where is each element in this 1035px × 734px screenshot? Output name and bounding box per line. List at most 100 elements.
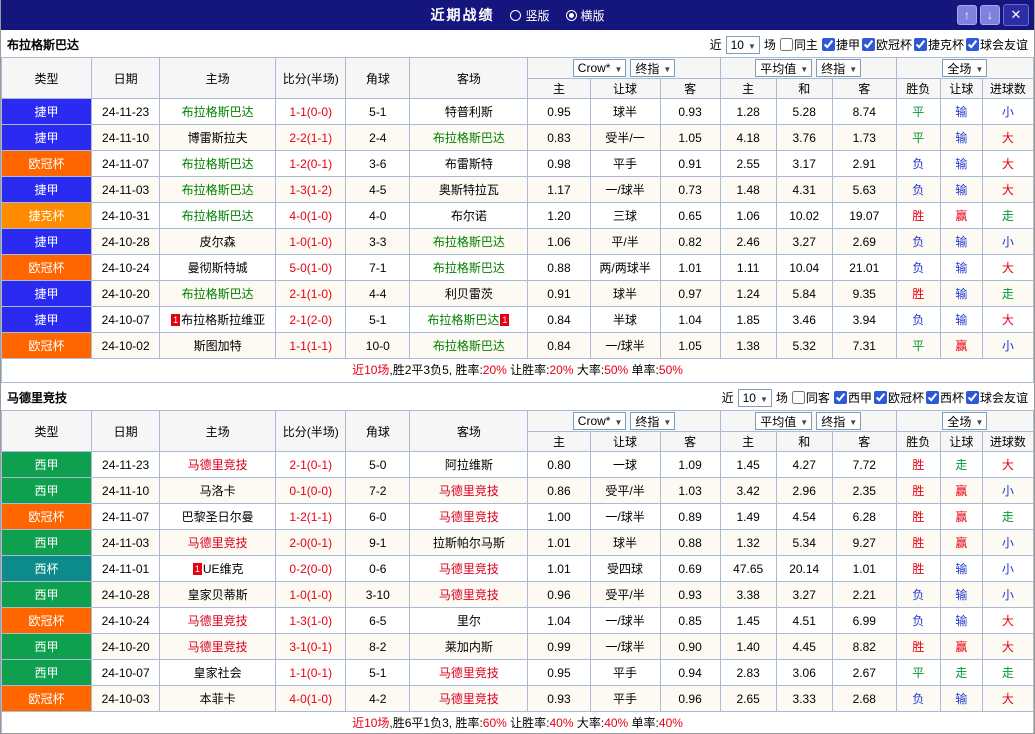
home-team-cell[interactable]: 1 布拉格斯拉维亚 (159, 306, 277, 333)
away-team-cell[interactable]: 奥斯特拉瓦 (409, 176, 529, 203)
average-select[interactable]: 平均值 (755, 412, 813, 430)
away-team-cell[interactable]: 布拉格斯巴达 (409, 332, 529, 359)
away-team-cell[interactable]: 马德里竞技 (409, 581, 529, 608)
subcol-avg-away: 客 (831, 78, 897, 99)
score-cell[interactable]: 1-3(1-0) (275, 607, 347, 634)
home-team-cell[interactable]: 布拉格斯巴达 (159, 202, 277, 229)
layout-horizontal-radio[interactable]: 横版 (565, 7, 605, 24)
away-team-cell[interactable]: 布拉格斯巴达 (409, 124, 529, 151)
league-filter-checkbox[interactable]: 捷克杯 (913, 36, 964, 53)
header-row-groups: 类型 日期 主场 比分(半场) 角球 客场 Crow* 终指 平均值 (1, 57, 1034, 99)
league-filter-checkbox[interactable]: 捷甲 (821, 36, 860, 53)
away-team-cell[interactable]: 莱加内斯 (409, 633, 529, 660)
away-team-cell[interactable]: 阿拉维斯 (409, 451, 529, 478)
score-cell[interactable]: 4-0(1-0) (275, 685, 347, 712)
score-cell[interactable]: 2-1(2-0) (275, 306, 347, 333)
score-cell[interactable]: 5-0(1-0) (275, 254, 347, 281)
score-cell[interactable]: 0-2(0-0) (275, 555, 347, 582)
home-team-cell[interactable]: 马德里竞技 (159, 633, 277, 660)
league-filter-input[interactable] (965, 391, 979, 404)
same-venue-input[interactable] (791, 391, 805, 404)
score-cell[interactable]: 3-1(0-1) (275, 633, 347, 660)
home-team-cell[interactable]: 皇家社会 (159, 659, 277, 686)
score-cell[interactable]: 2-2(1-1) (275, 124, 347, 151)
home-team-cell[interactable]: 博雷斯拉夫 (159, 124, 277, 151)
score-cell[interactable]: 0-1(0-0) (275, 477, 347, 504)
bookmaker-select[interactable]: Crow* (572, 412, 627, 430)
home-team-cell[interactable]: 布拉格斯巴达 (159, 98, 277, 125)
league-filter-input[interactable] (873, 391, 887, 404)
league-filter-checkbox[interactable]: 西杯 (925, 389, 964, 406)
home-team-cell[interactable]: 布拉格斯巴达 (159, 176, 277, 203)
away-team-cell[interactable]: 布拉格斯巴达 (409, 254, 529, 281)
league-filter-input[interactable] (965, 38, 979, 51)
home-team-cell[interactable]: 1 UE维克 (159, 555, 277, 582)
home-team-cell[interactable]: 马德里竞技 (159, 529, 277, 556)
home-team-cell[interactable]: 曼彻斯特城 (159, 254, 277, 281)
league-filter-checkbox[interactable]: 球会友谊 (965, 389, 1028, 406)
score-cell[interactable]: 1-1(0-0) (275, 98, 347, 125)
match-count-select[interactable]: 10 (737, 388, 772, 407)
away-team-cell[interactable]: 马德里竞技 (409, 685, 529, 712)
league-filter-input[interactable] (833, 391, 847, 404)
league-filter-input[interactable] (925, 391, 939, 404)
league-filter-input[interactable] (861, 38, 875, 51)
home-team-cell[interactable]: 皇家贝蒂斯 (159, 581, 277, 608)
away-team-cell[interactable]: 布雷斯特 (409, 150, 529, 177)
away-team-cell[interactable]: 特普利斯 (409, 98, 529, 125)
score-cell[interactable]: 1-1(0-1) (275, 659, 347, 686)
home-team-cell[interactable]: 本菲卡 (159, 685, 277, 712)
score-cell[interactable]: 1-0(1-0) (275, 581, 347, 608)
same-venue-input[interactable] (779, 38, 793, 51)
close-button[interactable]: ✕ (1003, 4, 1029, 26)
score-cell[interactable]: 2-1(1-0) (275, 280, 347, 307)
match-count-select[interactable]: 10 (725, 35, 760, 54)
league-filter-checkbox[interactable]: 欧冠杯 (873, 389, 924, 406)
away-team-cell[interactable]: 马德里竞技 (409, 503, 529, 530)
recent-results-panel: 近期战绩 竖版 横版 ↑ ↓ ✕ 布拉格斯巴达 近 10 场 同主 捷甲欧冠杯捷 (0, 0, 1035, 734)
scroll-up-button[interactable]: ↑ (957, 5, 977, 25)
away-team-cell[interactable]: 马德里竞技 (409, 555, 529, 582)
home-team-cell[interactable]: 斯图加特 (159, 332, 277, 359)
score-cell[interactable]: 2-0(0-1) (275, 529, 347, 556)
league-filter-checkbox[interactable]: 欧冠杯 (861, 36, 912, 53)
score-cell[interactable]: 1-2(1-1) (275, 503, 347, 530)
away-team-cell[interactable]: 利贝雷茨 (409, 280, 529, 307)
league-filter-checkbox[interactable]: 西甲 (833, 389, 872, 406)
home-team-cell[interactable]: 马洛卡 (159, 477, 277, 504)
same-venue-checkbox[interactable]: 同客 (791, 389, 830, 406)
layout-vertical-radio[interactable]: 竖版 (510, 7, 550, 24)
home-team-cell[interactable]: 布拉格斯巴达 (159, 150, 277, 177)
scroll-down-button[interactable]: ↓ (980, 5, 1000, 25)
away-team-cell[interactable]: 马德里竞技 (409, 659, 529, 686)
league-filter-input[interactable] (821, 38, 835, 51)
odds-time-select[interactable]: 终指 (630, 59, 676, 77)
score-cell[interactable]: 1-1(1-1) (275, 332, 347, 359)
score-cell[interactable]: 1-3(1-2) (275, 176, 347, 203)
home-team-cell[interactable]: 马德里竞技 (159, 607, 277, 634)
league-filter-checkbox[interactable]: 球会友谊 (965, 36, 1028, 53)
away-team-cell[interactable]: 布拉格斯巴达 (409, 228, 529, 255)
same-venue-checkbox[interactable]: 同主 (779, 36, 818, 53)
scope-select[interactable]: 全场 (942, 59, 988, 77)
away-team-cell[interactable]: 布尔诺 (409, 202, 529, 229)
home-team-cell[interactable]: 皮尔森 (159, 228, 277, 255)
away-team-cell[interactable]: 布拉格斯巴达 1 (409, 306, 529, 333)
home-team-cell[interactable]: 布拉格斯巴达 (159, 280, 277, 307)
away-team-cell[interactable]: 拉斯帕尔马斯 (409, 529, 529, 556)
score-cell[interactable]: 1-2(0-1) (275, 150, 347, 177)
odds-time-select[interactable]: 终指 (630, 412, 676, 430)
score-cell[interactable]: 4-0(1-0) (275, 202, 347, 229)
league-filter-input[interactable] (913, 38, 927, 51)
average-time-select[interactable]: 终指 (816, 59, 862, 77)
home-team-cell[interactable]: 马德里竞技 (159, 451, 277, 478)
average-select[interactable]: 平均值 (755, 59, 813, 77)
home-team-cell[interactable]: 巴黎圣日尔曼 (159, 503, 277, 530)
bookmaker-select[interactable]: Crow* (572, 59, 627, 77)
score-cell[interactable]: 1-0(1-0) (275, 228, 347, 255)
away-team-cell[interactable]: 马德里竞技 (409, 477, 529, 504)
away-team-cell[interactable]: 里尔 (409, 607, 529, 634)
score-cell[interactable]: 2-1(0-1) (275, 451, 347, 478)
average-time-select[interactable]: 终指 (816, 412, 862, 430)
scope-select[interactable]: 全场 (942, 412, 988, 430)
